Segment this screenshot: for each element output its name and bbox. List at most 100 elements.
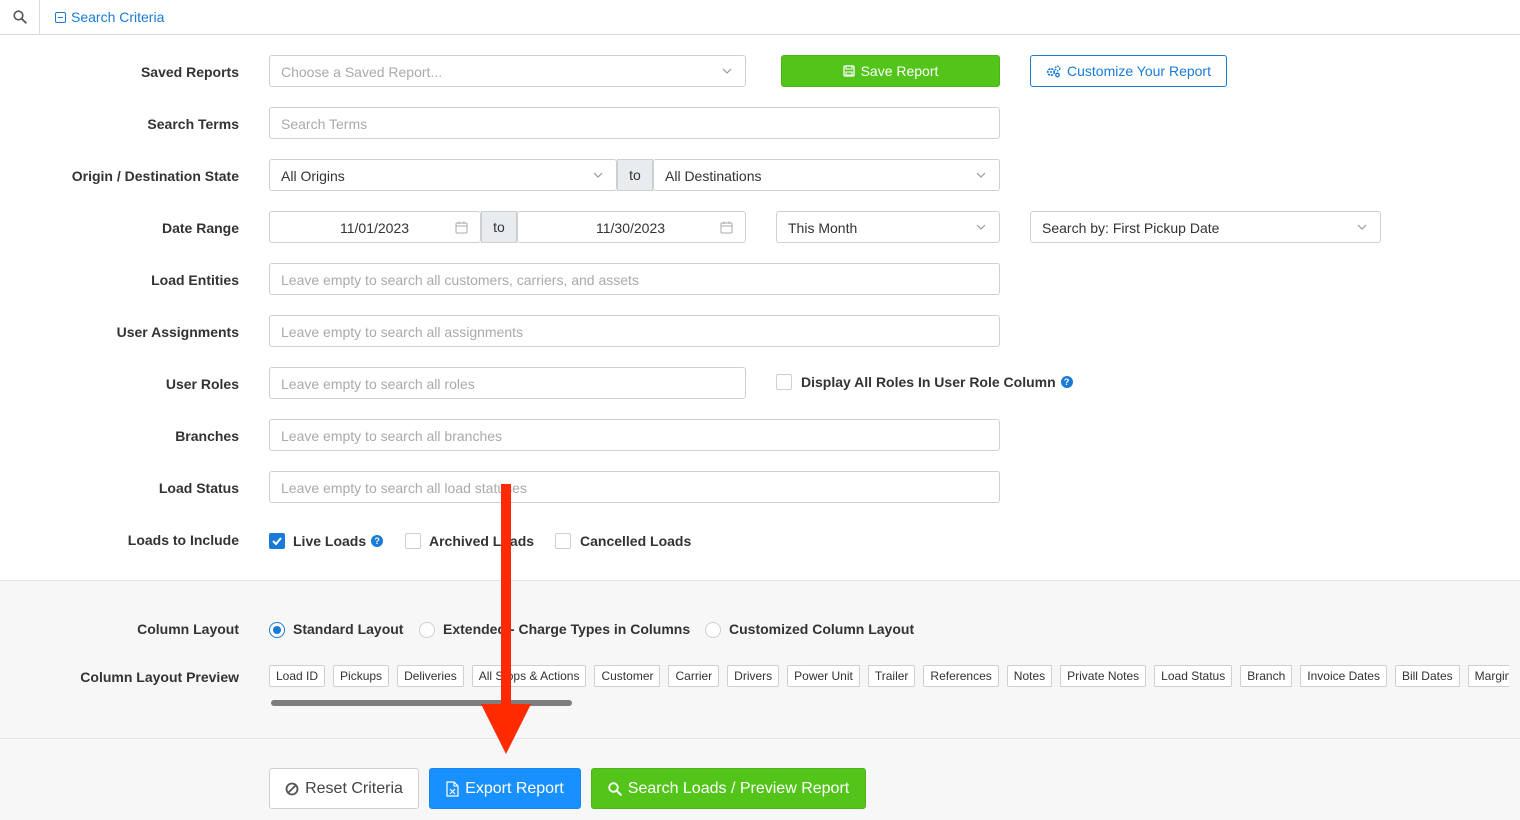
search-toggle-button[interactable] [0,0,40,34]
search-loads-button[interactable]: Search Loads / Preview Report [591,768,866,809]
standard-layout-label: Standard Layout [293,621,404,637]
extended-layout-label: Extended - Charge Types in Columns [443,621,691,637]
date-range-label: Date Range [161,220,239,236]
end-date-input[interactable]: 11/30/2023 [517,211,746,243]
user-assignments-input[interactable]: Leave empty to search all assignments [269,315,1000,347]
branches-label: Branches [175,428,239,444]
saved-reports-select[interactable]: Choose a Saved Report... [269,55,746,87]
column-chip: Private Notes [1060,665,1147,687]
search-by-select[interactable]: Search by: First Pickup Date [1030,211,1381,243]
live-loads-checkbox[interactable] [269,533,285,549]
column-chip: All Stops & Actions [471,665,587,687]
destination-value: All Destinations [665,168,762,184]
user-roles-placeholder: Leave empty to search all roles [281,376,475,392]
extended-layout-radio[interactable] [419,622,435,638]
column-chip: Deliveries [397,665,464,687]
date-preset-select[interactable]: This Month [776,211,1000,243]
search-by-value: Search by: First Pickup Date [1042,220,1220,236]
branches-input[interactable]: Leave empty to search all branches [269,419,1000,451]
end-date-value: 11/30/2023 [596,220,666,236]
excel-file-icon [446,780,459,797]
calendar-icon [455,221,468,234]
live-loads-text: Live Loads [293,533,367,549]
column-chip: Load Status [1154,665,1233,687]
standard-layout-radio[interactable] [269,622,285,638]
column-chip: Power Unit [787,665,860,687]
live-loads-label: Live Loads ? [293,533,384,549]
load-entities-placeholder: Leave empty to search all customers, car… [281,272,639,288]
search-criteria-label: Search Criteria [71,9,165,25]
customize-report-button[interactable]: Customize Your Report [1030,55,1227,87]
top-bar: Search Criteria [0,0,1520,35]
origin-select[interactable]: All Origins [269,159,617,191]
load-status-input[interactable]: Leave empty to search all load statuses [269,471,1000,503]
chevron-down-icon [593,172,603,178]
help-icon[interactable]: ? [371,535,384,547]
load-status-placeholder: Leave empty to search all load statuses [281,480,527,496]
display-all-roles-text: Display All Roles In User Role Column [801,374,1056,390]
chevron-down-icon [976,224,986,230]
annotation-arrow-head [481,704,531,754]
origin-destination-label: Origin / Destination State [71,168,239,184]
column-chip: Pickups [333,665,390,687]
export-report-button[interactable]: Export Report [429,768,581,809]
search-terms-input[interactable]: Search Terms [269,107,1000,139]
save-icon [842,65,855,77]
column-chip: Margins [1467,665,1509,687]
branches-placeholder: Leave empty to search all branches [281,428,503,444]
date-to-addon: to [481,211,517,243]
column-chip: Bill Dates [1394,665,1460,687]
archived-loads-checkbox[interactable] [405,533,421,549]
search-terms-label: Search Terms [147,116,239,132]
column-chip: Trailer [867,665,916,687]
date-preset-value: This Month [788,220,858,236]
reset-criteria-label: Reset Criteria [305,779,403,797]
saved-reports-label: Saved Reports [140,64,239,80]
origin-dest-to-addon: to [617,159,653,191]
saved-reports-placeholder: Choose a Saved Report... [281,64,443,80]
column-chip: References [923,665,999,687]
search-loads-label: Search Loads / Preview Report [627,779,850,797]
column-chip: Invoice Dates [1300,665,1387,687]
archived-loads-label: Archived Loads [429,533,535,549]
origin-value: All Origins [281,168,345,184]
calendar-icon [720,221,733,234]
customized-layout-label: Customized Column Layout [729,621,915,637]
annotation-arrow-shaft [501,484,511,706]
customized-layout-radio[interactable] [705,622,721,638]
load-entities-input[interactable]: Leave empty to search all customers, car… [269,263,1000,295]
cancelled-loads-checkbox[interactable] [555,533,571,549]
search-icon [12,10,27,24]
search-icon [608,781,622,796]
column-preview-chips[interactable]: Load ID Pickups Deliveries All Stops & Acti… [269,665,1509,687]
column-preview-label: Column Layout Preview [80,669,239,685]
search-criteria-toggle[interactable]: Search Criteria [55,9,164,25]
user-roles-input[interactable]: Leave empty to search all roles [269,367,746,399]
gears-icon [1046,65,1061,77]
search-terms-placeholder: Search Terms [281,116,368,132]
load-entities-label: Load Entities [151,272,239,288]
reset-criteria-button[interactable]: Reset Criteria [269,768,419,809]
ban-icon [285,782,299,795]
user-roles-label: User Roles [165,376,239,392]
chevron-down-icon [976,172,986,178]
display-all-roles-label: Display All Roles In User Role Column ? [801,374,1073,390]
destination-select[interactable]: All Destinations [653,159,1000,191]
column-chip: Drivers [727,665,780,687]
column-chip: Notes [1006,665,1053,687]
column-chip: Load ID [269,665,326,687]
column-chip: Branch [1240,665,1293,687]
start-date-value: 11/01/2023 [340,220,410,236]
chevron-down-icon [1357,224,1367,230]
cancelled-loads-label: Cancelled Loads [580,533,692,549]
loads-to-include-label: Loads to Include [127,532,239,548]
save-report-button[interactable]: Save Report [781,55,1000,87]
collapse-icon [55,11,66,23]
start-date-input[interactable]: 11/01/2023 [269,211,481,243]
check-icon [272,537,282,546]
help-icon[interactable]: ? [1060,376,1073,388]
export-report-label: Export Report [465,779,564,797]
user-assignments-placeholder: Leave empty to search all assignments [281,324,524,340]
display-all-roles-checkbox[interactable] [776,374,792,390]
column-chip: Customer [594,665,661,687]
